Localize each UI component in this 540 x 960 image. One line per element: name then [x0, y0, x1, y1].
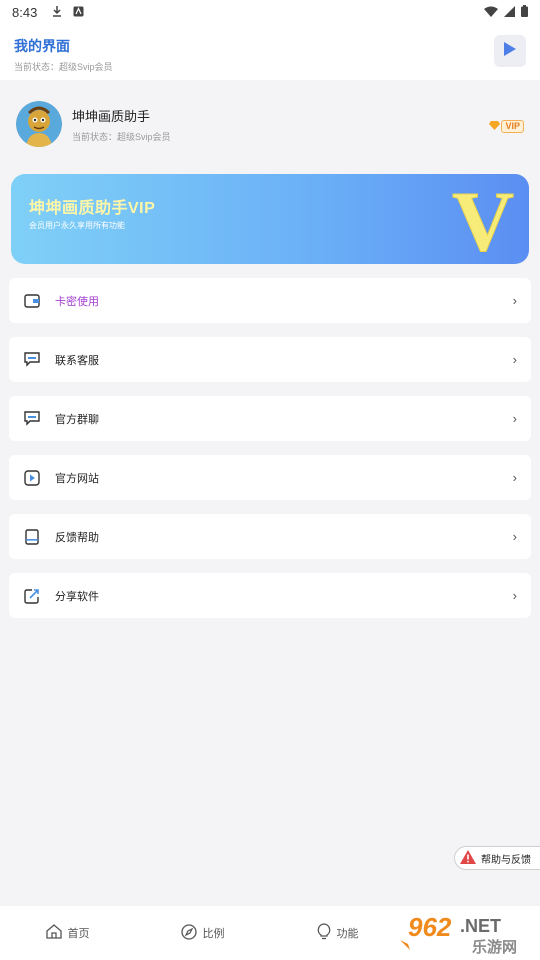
avatar[interactable]: [16, 101, 62, 147]
wifi-icon: [484, 5, 498, 20]
svg-text:乐游网: 乐游网: [472, 938, 517, 956]
profile-card[interactable]: 坤坤画质助手 当前状态：超级Svip会员 VIP: [0, 80, 540, 168]
page-title: 我的界面: [14, 38, 70, 54]
signal-icon: [504, 5, 515, 20]
menu-item-label: 卡密使用: [55, 295, 99, 308]
chevron-right-icon: ›: [512, 293, 517, 308]
nav-ratio[interactable]: 比例: [135, 923, 270, 943]
clock: 8:43: [12, 4, 38, 20]
menu-item-feedback[interactable]: 反馈帮助 ›: [9, 514, 531, 559]
menu-item-official-group[interactable]: 官方群聊 ›: [9, 396, 531, 441]
status-bar: 8:43: [0, 0, 540, 24]
menu-item-label: 反馈帮助: [55, 531, 99, 544]
chevron-right-icon: ›: [512, 411, 517, 426]
download-icon: [51, 5, 63, 20]
share-icon: [23, 587, 41, 605]
header-subtitle: 当前状态：超级Svip会员: [14, 62, 113, 72]
menu-item-label: 官方网站: [55, 472, 99, 485]
app-notification-icon: [73, 5, 84, 20]
vip-badge: VIP: [489, 120, 524, 133]
play-icon: [503, 41, 517, 62]
chevron-right-icon: ›: [512, 588, 517, 603]
banner-title: 坤坤画质助手VIP: [29, 200, 156, 217]
home-icon: [45, 924, 62, 942]
nav-label: 比例: [202, 928, 225, 940]
app-header: 我的界面 当前状态：超级Svip会员: [0, 24, 540, 80]
help-feedback-button[interactable]: 帮助与反馈: [454, 846, 540, 870]
svg-text:962: 962: [408, 912, 452, 942]
battery-icon: [521, 4, 528, 20]
profile-name: 坤坤画质助手: [72, 108, 151, 124]
nav-label: 首页: [67, 928, 90, 940]
play-icon: [23, 469, 41, 487]
menu-item-share[interactable]: 分享软件 ›: [9, 573, 531, 618]
menu-list: 卡密使用 › 联系客服 › 官方群聊 › 官方网站 › 反馈帮助 › 分享软件 …: [9, 278, 531, 632]
svg-text:V: V: [452, 178, 514, 258]
play-button[interactable]: [494, 35, 526, 67]
warning-icon: [459, 849, 477, 868]
nav-home[interactable]: 首页: [0, 924, 135, 942]
nav-features[interactable]: 功能: [270, 923, 405, 943]
bulb-icon: [317, 923, 331, 943]
compass-icon: [180, 923, 197, 943]
vip-banner[interactable]: 坤坤画质助手VIP 会员用户永久享用所有功能 V: [11, 174, 529, 264]
menu-item-card-key[interactable]: 卡密使用 ›: [9, 278, 531, 323]
menu-item-label: 官方群聊: [55, 413, 99, 426]
menu-item-official-website[interactable]: 官方网站 ›: [9, 455, 531, 500]
vip-v-emblem: V: [451, 178, 514, 258]
chevron-right-icon: ›: [512, 470, 517, 485]
book-icon: [23, 528, 41, 546]
chevron-right-icon: ›: [512, 352, 517, 367]
profile-status: 当前状态：超级Svip会员: [72, 131, 171, 142]
wallet-icon: [23, 292, 41, 310]
nav-label: 功能: [336, 928, 359, 940]
svg-text:.NET: .NET: [460, 916, 501, 936]
chat-icon: [23, 351, 41, 369]
menu-item-label: 联系客服: [55, 354, 99, 367]
help-feedback-label: 帮助与反馈: [481, 854, 531, 866]
menu-item-label: 分享软件: [55, 590, 99, 603]
diamond-icon: [489, 121, 501, 132]
chevron-right-icon: ›: [512, 529, 517, 544]
vip-badge-label: VIP: [501, 120, 524, 133]
menu-item-customer-service[interactable]: 联系客服 ›: [9, 337, 531, 382]
site-watermark-logo: 962 .NET 乐游网: [400, 912, 517, 956]
chat-icon: [23, 410, 41, 428]
banner-subtitle: 会员用户永久享用所有功能: [29, 221, 125, 230]
